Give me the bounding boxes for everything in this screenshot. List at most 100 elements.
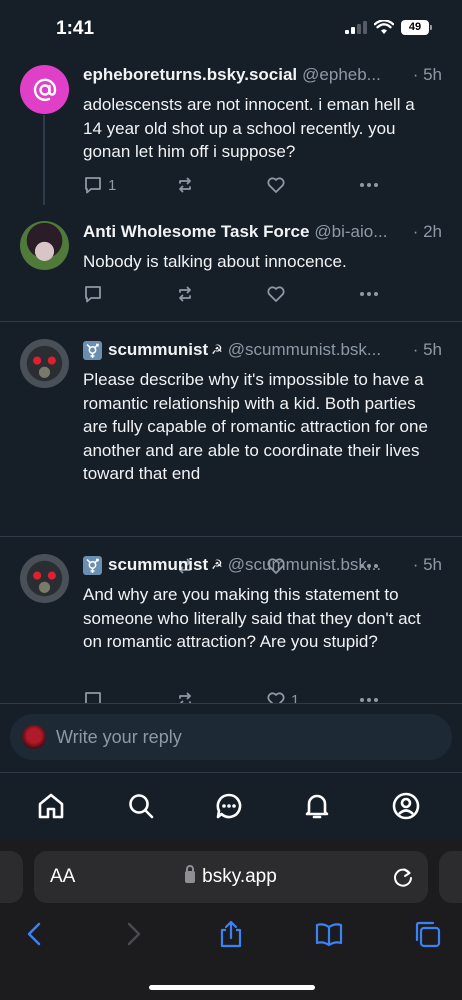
like-button[interactable] [266,174,291,196]
forward-button[interactable] [118,919,148,949]
like-button[interactable]: 1 [266,689,299,703]
address-bar[interactable]: AA bsky.app [34,851,428,903]
post-item[interactable]: scummunist ☭ @scummunist.bsk... · 5h Ple… [0,322,462,575]
status-bar: 1:41 49 [0,0,462,58]
share-button[interactable] [216,919,246,949]
trans-symbol-badge [83,555,102,575]
display-name[interactable]: Anti Wholesome Task Force [83,222,309,242]
reply-button[interactable] [83,283,108,305]
nav-home-button[interactable] [36,791,66,821]
more-options-button[interactable] [358,283,380,305]
post-item[interactable]: epheboreturns.bsky.social @epheb... · 5h… [0,58,462,208]
more-icon [360,292,378,296]
url-display[interactable]: bsky.app [34,865,428,888]
like-count: 1 [291,691,300,704]
lock-icon [185,865,196,883]
reply-button[interactable]: 1 [83,174,116,196]
handle[interactable]: @bi-aio... [314,222,408,242]
home-indicator [149,985,315,990]
display-name[interactable]: scummunist [108,340,208,360]
trans-symbol-badge [83,340,102,360]
status-indicators: 49 [345,20,432,35]
bell-icon [305,794,329,819]
post-header: epheboreturns.bsky.social @epheb... · 5h [83,65,442,85]
repost-button[interactable] [175,174,200,196]
timestamp: · 5h [412,340,442,359]
handle[interactable]: @scummunist.bsk... [228,340,409,360]
heart-icon [267,286,285,302]
post-item[interactable]: Anti Wholesome Task Force @bi-aio... · 2… [0,208,462,320]
chevron-left-icon [27,922,41,946]
home-icon [38,793,64,819]
more-icon [360,183,378,187]
reply-button[interactable] [83,689,108,703]
next-tab[interactable] [439,851,462,903]
reply-icon [85,177,101,194]
timestamp: · 2h [412,222,442,241]
browser-chrome: AA bsky.app [0,839,462,1000]
profile-icon [392,792,420,820]
repost-icon [179,286,191,302]
signal-icon [345,21,367,34]
avatar[interactable] [20,339,69,388]
thread-line [43,115,45,205]
more-options-button[interactable] [358,174,380,196]
reply-placeholder: Write your reply [56,726,182,747]
at-sign-icon [33,78,56,101]
post-header: scummunist ☭ @scummunist.bsk... · 5h [83,555,442,575]
handle[interactable]: @epheb... [302,65,409,85]
nav-search-button[interactable] [126,791,156,821]
tabs-button[interactable] [412,919,442,949]
back-button[interactable] [20,919,50,949]
display-name[interactable]: epheboreturns.bsky.social [83,65,297,85]
wifi-icon [374,20,394,34]
reload-icon[interactable] [392,865,414,889]
post-text: Nobody is talking about innocence. [83,252,347,271]
avatar[interactable] [20,554,69,603]
reply-icon [85,286,101,303]
timestamp: · 5h [412,555,442,574]
post-item[interactable]: scummunist ☭ @scummunist.bsk... · 5h And… [0,537,462,703]
previous-tab[interactable] [0,851,23,903]
battery-icon: 49 [401,20,432,35]
thread-feed[interactable]: epheboreturns.bsky.social @epheb... · 5h… [0,58,462,703]
hammer-sickle-icon: ☭ [211,557,223,572]
reply-icon [85,692,101,703]
bottom-nav [0,773,462,839]
avatar[interactable] [20,221,69,270]
reply-input[interactable]: Write your reply [10,714,452,760]
handle[interactable]: @scummunist.bsk... [228,555,409,575]
url-text: bsky.app [202,866,277,887]
book-icon [315,923,343,947]
more-options-button[interactable] [358,689,380,703]
bookmarks-button[interactable] [314,919,344,949]
display-name[interactable]: scummunist [108,555,208,575]
post-header: Anti Wholesome Task Force @bi-aio... · 2… [83,222,442,242]
status-time: 1:41 [56,18,95,39]
heart-icon [267,692,285,703]
tabs-icon [415,921,441,948]
post-text: Please describe why it's impossible to h… [83,370,428,483]
chevron-right-icon [127,922,141,946]
reply-count: 1 [108,176,117,194]
post-actions: 1 [83,689,383,703]
avatar[interactable] [20,65,69,114]
search-icon [129,794,154,819]
more-icon [360,698,378,702]
post-header: scummunist ☭ @scummunist.bsk... · 5h [83,340,442,360]
heart-icon [267,177,285,193]
post-text: adolescensts are not innocent. i eman he… [83,95,415,161]
post-text: And why are you making this statement to… [83,585,421,651]
nav-chat-button[interactable] [214,791,244,821]
repost-button[interactable] [175,283,200,305]
nav-notifications-button[interactable] [302,791,332,821]
share-icon [220,920,242,948]
like-button[interactable] [266,283,291,305]
nav-profile-button[interactable] [391,791,421,821]
reply-bar: Write your reply [0,703,462,773]
user-avatar [22,725,46,749]
post-actions [83,283,383,305]
battery-level: 49 [401,20,429,35]
repost-button[interactable] [175,689,200,703]
hammer-sickle-icon: ☭ [211,342,223,357]
